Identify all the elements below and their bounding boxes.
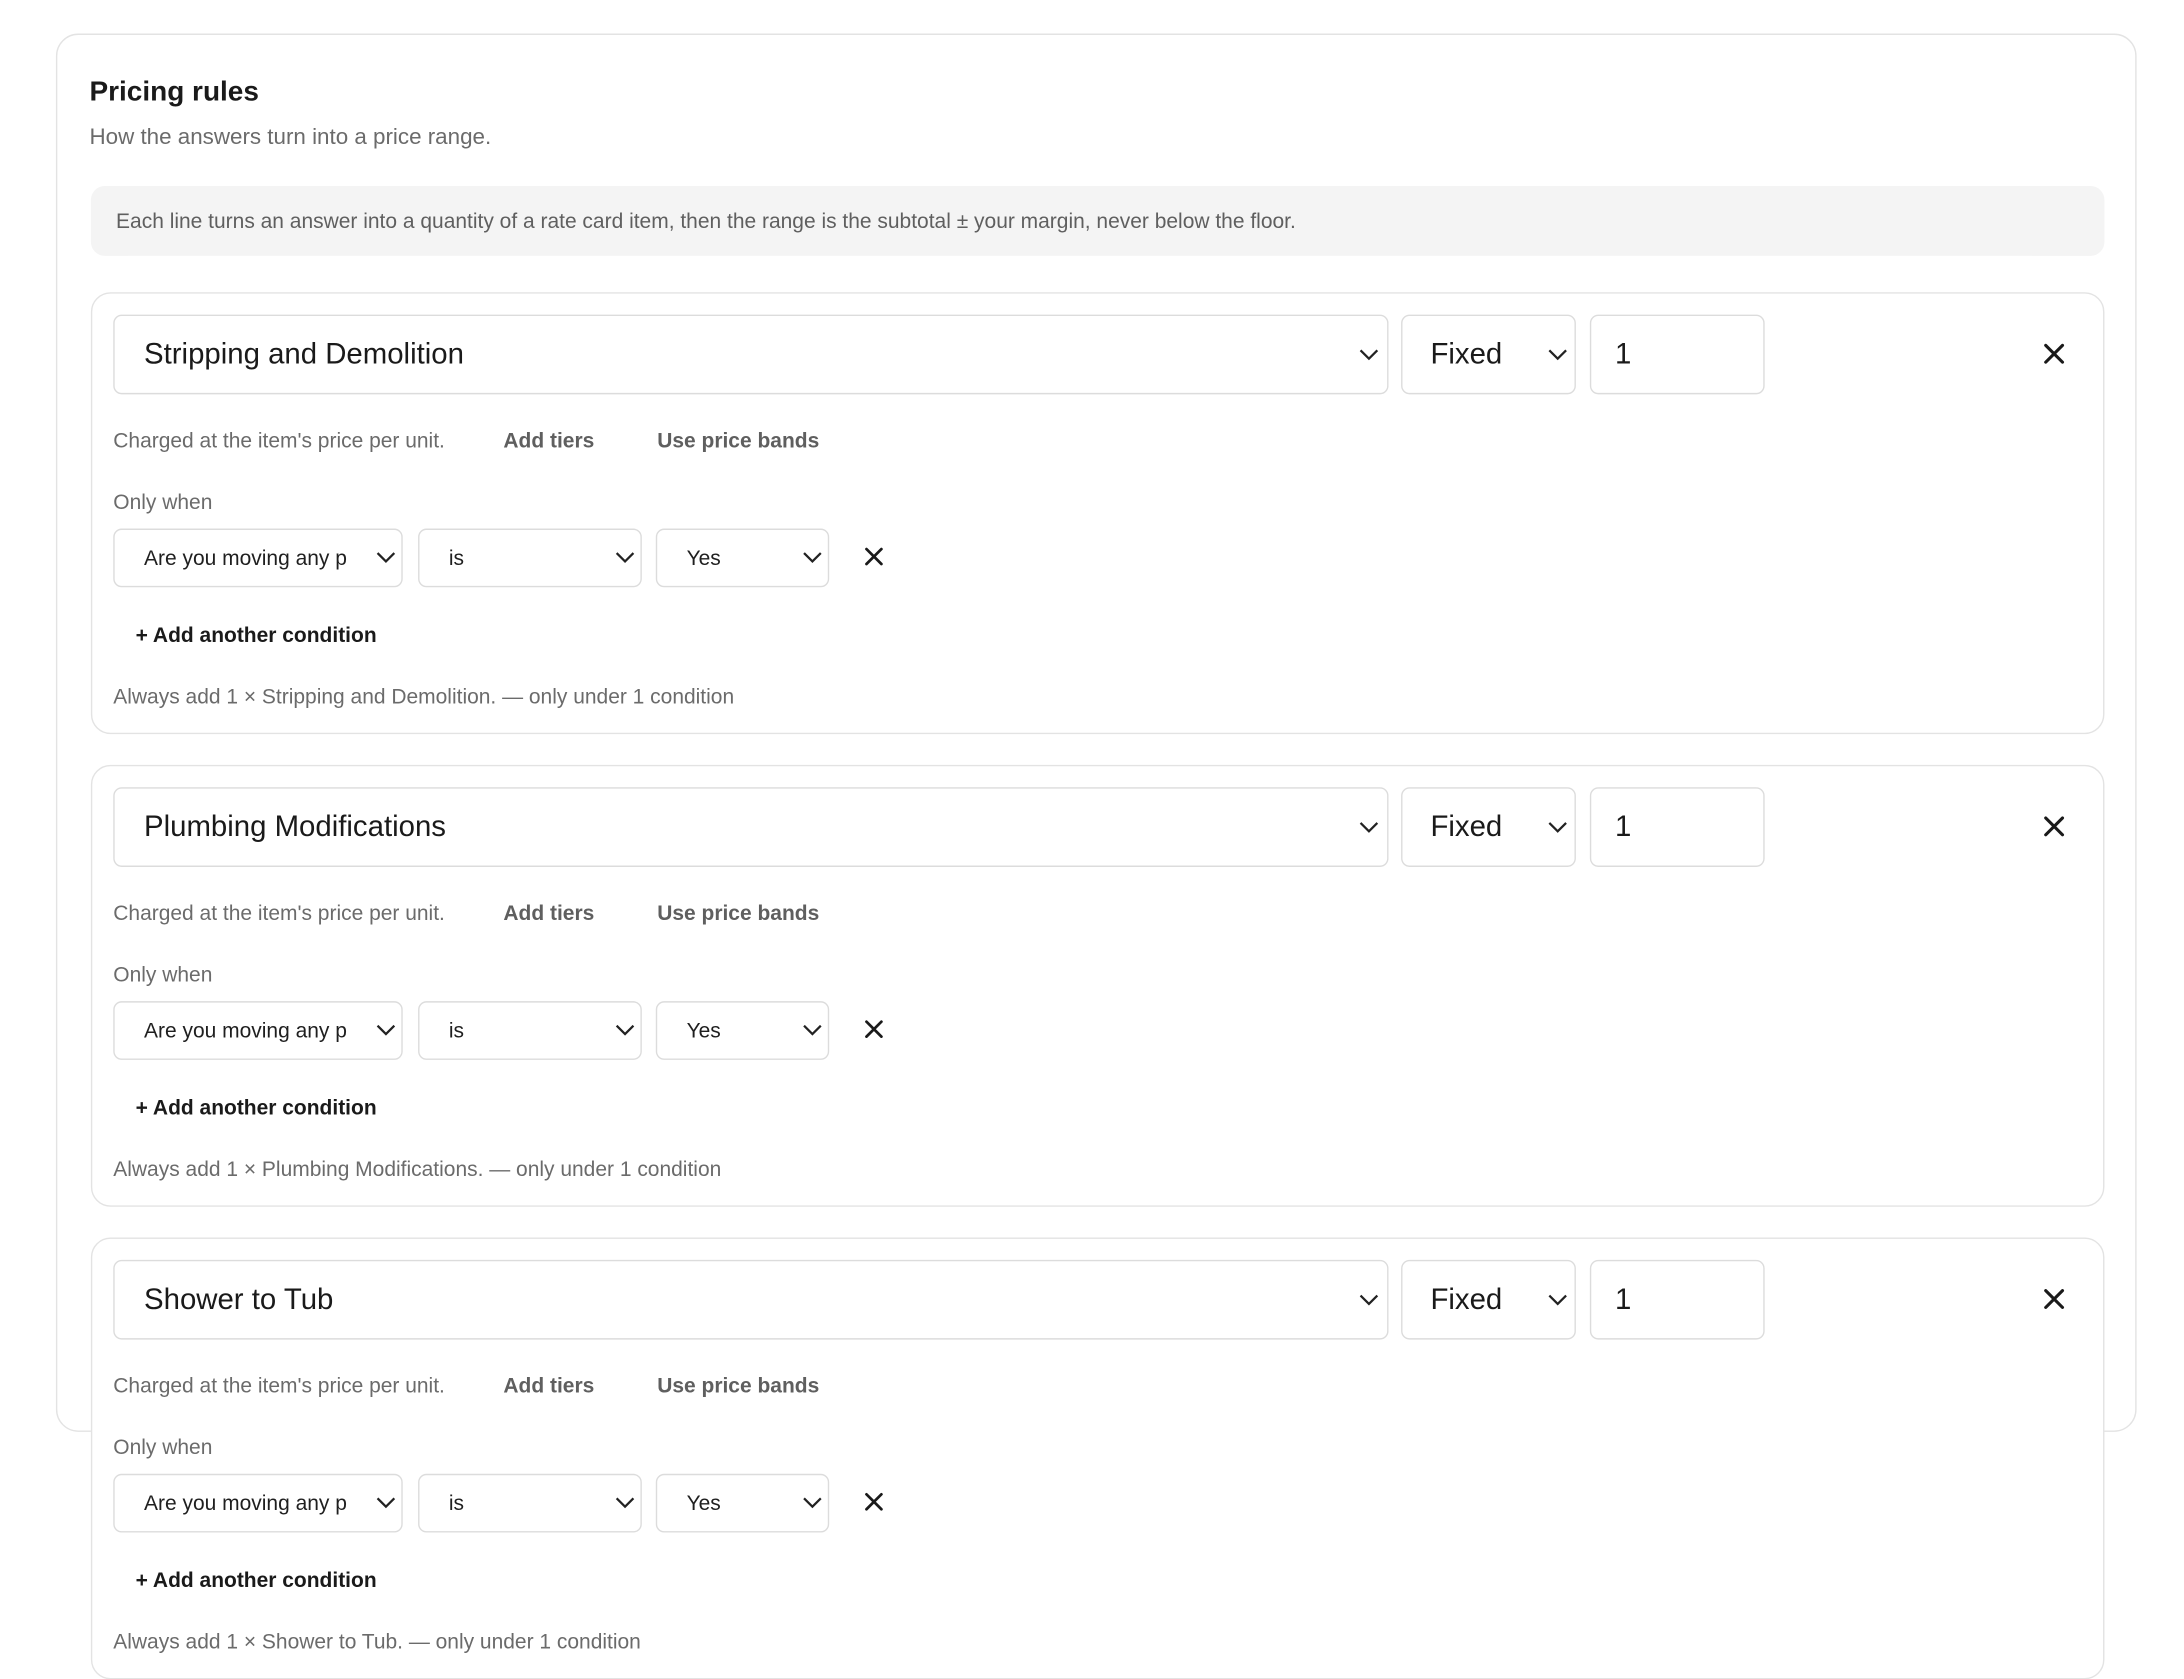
charged-description: Charged at the item's price per unit.	[113, 901, 445, 926]
only-when-label: Only when	[113, 963, 213, 988]
chevron-down-icon	[1359, 1294, 1379, 1305]
quantity-input[interactable]	[1589, 787, 1765, 867]
condition-operator-value: is	[448, 1491, 465, 1516]
remove-condition-close-icon[interactable]	[863, 545, 885, 567]
chevron-down-icon	[376, 552, 396, 563]
condition-value-value: Yes	[686, 546, 721, 570]
condition-operator-select[interactable]: is	[418, 528, 642, 588]
chevron-down-icon	[803, 1024, 822, 1036]
chevron-down-icon	[376, 1497, 396, 1509]
chevron-down-icon	[803, 552, 822, 563]
chevron-down-icon	[376, 1024, 396, 1036]
pricing-rules-panel: Pricing rules How the answers turn into …	[55, 33, 2137, 1679]
chevron-down-icon	[1359, 348, 1379, 360]
only-when-label: Only when	[113, 1436, 213, 1460]
mode-select[interactable]: Fixed	[1401, 787, 1576, 867]
rule-summary: Always add 1 × Shower to Tub. — only und…	[113, 1630, 641, 1655]
rate-item-select[interactable]: Shower to Tub	[113, 1259, 1389, 1340]
condition-question-select[interactable]: Are you moving any p	[113, 528, 403, 588]
add-another-condition-button[interactable]: + Add another condition	[136, 1569, 377, 1593]
rule-summary: Always add 1 × Stripping and Demolition.…	[113, 685, 735, 709]
add-tiers-link[interactable]: Add tiers	[503, 429, 594, 453]
rate-item-value: Stripping and Demolition	[144, 337, 464, 370]
remove-rule-close-icon[interactable]	[2042, 1286, 2067, 1311]
condition-value-value: Yes	[686, 1018, 721, 1043]
rate-item-value: Plumbing Modifications	[144, 810, 446, 843]
condition-value-select[interactable]: Yes	[655, 528, 830, 588]
condition-question-value: Are you moving any p	[144, 1018, 347, 1043]
charged-description: Charged at the item's price per unit.	[113, 1374, 445, 1399]
rule-card: Plumbing Modifications Fixed Charged at …	[90, 764, 2105, 1207]
only-when-label: Only when	[113, 490, 213, 515]
quantity-input[interactable]	[1589, 1259, 1765, 1340]
add-another-condition-button[interactable]: + Add another condition	[136, 624, 377, 648]
chevron-down-icon	[1548, 821, 1567, 833]
chevron-down-icon	[615, 1497, 635, 1509]
info-note: Each line turns an answer into a quantit…	[90, 185, 2105, 256]
chevron-down-icon	[803, 1497, 822, 1509]
charged-description: Charged at the item's price per unit.	[113, 429, 445, 454]
condition-operator-value: is	[448, 1018, 465, 1043]
condition-value-select[interactable]: Yes	[655, 1001, 830, 1060]
chevron-down-icon	[615, 552, 635, 563]
panel-subtitle: How the answers turn into a price range.	[89, 125, 492, 150]
mode-value: Fixed	[1430, 810, 1503, 843]
chevron-down-icon	[1359, 821, 1379, 833]
chevron-down-icon	[615, 1024, 635, 1036]
condition-operator-value: is	[448, 546, 465, 570]
add-tiers-link[interactable]: Add tiers	[503, 902, 594, 926]
condition-value-value: Yes	[686, 1491, 721, 1516]
rate-item-select[interactable]: Plumbing Modifications	[113, 787, 1389, 867]
use-price-bands-link[interactable]: Use price bands	[657, 429, 819, 453]
condition-question-select[interactable]: Are you moving any p	[113, 1001, 403, 1060]
rule-summary: Always add 1 × Plumbing Modifications. —…	[113, 1157, 722, 1182]
remove-condition-close-icon[interactable]	[863, 1018, 885, 1040]
quantity-input[interactable]	[1589, 314, 1765, 395]
mode-select[interactable]: Fixed	[1401, 314, 1576, 395]
add-another-condition-button[interactable]: + Add another condition	[136, 1096, 377, 1120]
condition-question-value: Are you moving any p	[144, 1491, 347, 1516]
condition-question-select[interactable]: Are you moving any p	[113, 1473, 403, 1533]
mode-value: Fixed	[1430, 337, 1503, 370]
rule-card: Shower to Tub Fixed Charged at the item'…	[90, 1237, 2105, 1679]
rate-item-value: Shower to Tub	[144, 1282, 334, 1316]
mode-select[interactable]: Fixed	[1401, 1259, 1576, 1340]
use-price-bands-link[interactable]: Use price bands	[657, 1375, 819, 1399]
use-price-bands-link[interactable]: Use price bands	[657, 902, 819, 926]
rule-card: Stripping and Demolition Fixed Charged a…	[90, 292, 2105, 735]
condition-operator-select[interactable]: is	[418, 1473, 642, 1533]
remove-rule-close-icon[interactable]	[2042, 341, 2067, 366]
condition-question-value: Are you moving any p	[144, 546, 347, 570]
rate-item-select[interactable]: Stripping and Demolition	[113, 314, 1389, 395]
mode-value: Fixed	[1430, 1282, 1503, 1316]
condition-operator-select[interactable]: is	[418, 1001, 642, 1060]
condition-value-select[interactable]: Yes	[655, 1473, 830, 1533]
remove-rule-close-icon[interactable]	[2042, 814, 2067, 839]
panel-title: Pricing rules	[89, 76, 259, 108]
remove-condition-close-icon[interactable]	[863, 1491, 885, 1513]
info-note-text: Each line turns an answer into a quantit…	[116, 209, 1296, 233]
add-tiers-link[interactable]: Add tiers	[503, 1375, 594, 1399]
chevron-down-icon	[1548, 348, 1567, 360]
chevron-down-icon	[1548, 1294, 1567, 1305]
